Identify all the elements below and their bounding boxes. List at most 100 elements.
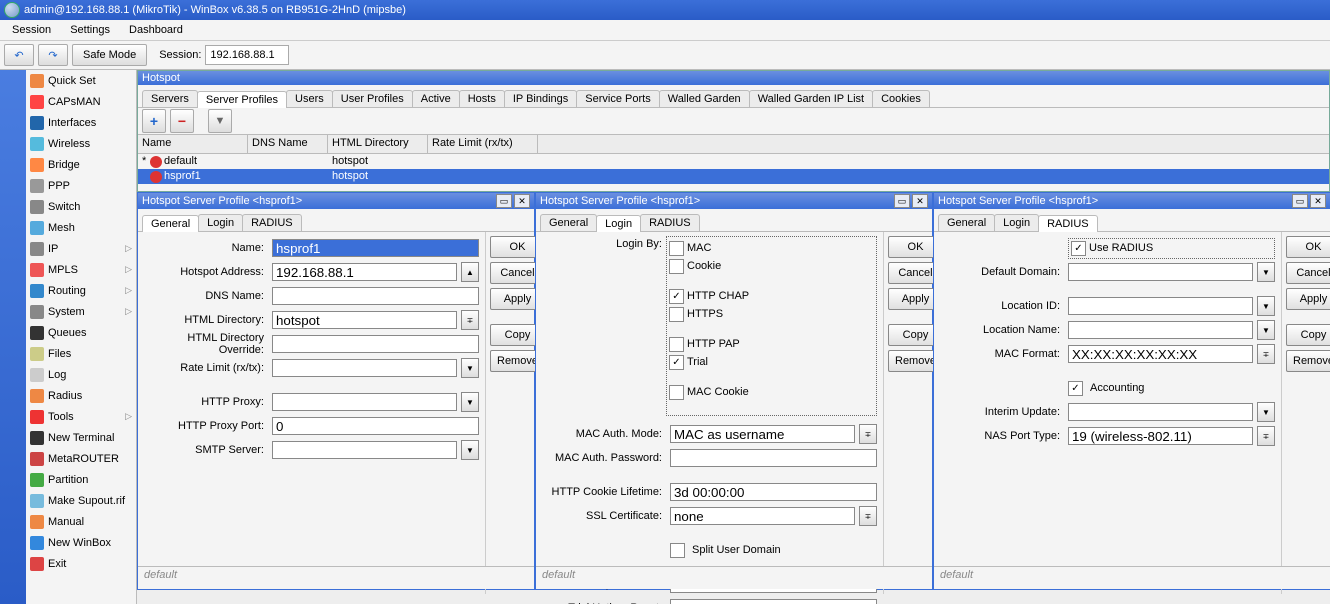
http-proxy-input[interactable] [272,393,457,411]
mac-format-input[interactable] [1068,345,1253,363]
close-icon[interactable]: ✕ [912,194,928,208]
profile-title-radius[interactable]: Hotspot Server Profile <hsprof1> ▭✕ [934,193,1330,209]
redo-button[interactable]: ↷ [38,44,68,66]
name-input[interactable] [272,239,479,257]
sidebar-item-queues[interactable]: Queues [26,322,136,343]
interim-update-input[interactable] [1068,403,1253,421]
remove-button[interactable]: − [170,109,194,133]
remove-button[interactable]: Remove [1286,350,1330,372]
dropdown-icon[interactable]: ▼ [1257,262,1275,282]
default-domain-input[interactable] [1068,263,1253,281]
dropdown-icon[interactable]: ∓ [859,506,877,526]
copy-button[interactable]: Copy [1286,324,1330,346]
sidebar-item-capsman[interactable]: CAPsMAN [26,91,136,112]
sidebar-item-bridge[interactable]: Bridge [26,154,136,175]
tab-walled-garden-ip-list[interactable]: Walled Garden IP List [749,90,873,107]
col-name[interactable]: Name [138,135,248,153]
safe-mode-button[interactable]: Safe Mode [72,44,147,66]
sidebar-item-quick-set[interactable]: Quick Set [26,70,136,91]
mac-auth-password-input[interactable] [670,449,877,467]
tab-general[interactable]: General [142,215,199,232]
sidebar-item-mesh[interactable]: Mesh [26,217,136,238]
html-directory-input[interactable] [272,311,457,329]
menu-settings[interactable]: Settings [62,20,118,40]
login-by-http-chap-checkbox[interactable]: ✓ [669,289,684,304]
dropdown-icon[interactable]: ∓ [461,310,479,330]
dropdown-icon[interactable]: ∓ [1257,344,1275,364]
col-html[interactable]: HTML Directory [328,135,428,153]
mac-auth-mode-input[interactable] [670,425,855,443]
close-icon[interactable]: ✕ [514,194,530,208]
location-name-input[interactable] [1068,321,1253,339]
sidebar-item-new-winbox[interactable]: New WinBox [26,532,136,553]
sidebar-item-metarouter[interactable]: MetaROUTER [26,448,136,469]
login-by-https-checkbox[interactable] [669,307,684,322]
sidebar-item-new-terminal[interactable]: New Terminal [26,427,136,448]
dns-name-input[interactable] [272,287,479,305]
tab-radius[interactable]: RADIUS [1038,215,1098,232]
tab-radius[interactable]: RADIUS [640,214,700,231]
sidebar-item-switch[interactable]: Switch [26,196,136,217]
ssl-cert-input[interactable] [670,507,855,525]
tab-server-profiles[interactable]: Server Profiles [197,91,287,108]
profile-title-login[interactable]: Hotspot Server Profile <hsprof1> ▭✕ [536,193,932,209]
tab-general[interactable]: General [540,214,597,231]
cookie-lifetime-input[interactable] [670,483,877,501]
dropdown-icon[interactable]: ▼ [461,440,479,460]
accounting-checkbox[interactable]: ✓ [1068,381,1083,396]
tab-general[interactable]: General [938,214,995,231]
location-id-input[interactable] [1068,297,1253,315]
ok-button[interactable]: OK [1286,236,1330,258]
tab-cookies[interactable]: Cookies [872,90,930,107]
tab-user-profiles[interactable]: User Profiles [332,90,413,107]
tab-hosts[interactable]: Hosts [459,90,505,107]
menu-session[interactable]: Session [4,20,59,40]
nas-port-type-input[interactable] [1068,427,1253,445]
table-row[interactable]: *defaulthotspot [138,154,1329,169]
hotspot-address-input[interactable] [272,263,457,281]
tab-login[interactable]: Login [596,215,641,232]
minimize-icon[interactable]: ▭ [496,194,512,208]
tab-radius[interactable]: RADIUS [242,214,302,231]
login-by-mac-checkbox[interactable] [669,241,684,256]
minimize-icon[interactable]: ▭ [1292,194,1308,208]
close-icon[interactable]: ✕ [1310,194,1326,208]
login-by-http-pap-checkbox[interactable] [669,337,684,352]
dropdown-icon[interactable]: ▼ [1257,320,1275,340]
login-by-cookie-checkbox[interactable] [669,259,684,274]
tab-active[interactable]: Active [412,90,460,107]
dropdown-icon[interactable]: ▼ [1257,296,1275,316]
menu-dashboard[interactable]: Dashboard [121,20,191,40]
profile-title-general[interactable]: Hotspot Server Profile <hsprof1> ▭✕ [138,193,534,209]
sidebar-item-ip[interactable]: IP▷ [26,238,136,259]
sidebar-item-files[interactable]: Files [26,343,136,364]
dropdown-icon[interactable]: ▼ [461,392,479,412]
sidebar-item-routing[interactable]: Routing▷ [26,280,136,301]
login-by-mac-cookie-checkbox[interactable] [669,385,684,400]
sidebar-item-interfaces[interactable]: Interfaces [26,112,136,133]
tab-ip-bindings[interactable]: IP Bindings [504,90,577,107]
rate-limit-input[interactable] [272,359,457,377]
sidebar-item-tools[interactable]: Tools▷ [26,406,136,427]
sidebar-item-partition[interactable]: Partition [26,469,136,490]
dropdown-icon[interactable]: ▼ [461,358,479,378]
tab-login[interactable]: Login [198,214,243,231]
dropdown-icon[interactable]: ∓ [859,424,877,444]
col-dns[interactable]: DNS Name [248,135,328,153]
sidebar-item-exit[interactable]: Exit [26,553,136,574]
tab-users[interactable]: Users [286,90,333,107]
apply-button[interactable]: Apply [1286,288,1330,310]
table-row[interactable]: hsprof1hotspot [138,169,1329,184]
dropdown-icon[interactable]: ▼ [1257,402,1275,422]
col-rate[interactable]: Rate Limit (rx/tx) [428,135,538,153]
sidebar-item-ppp[interactable]: PPP [26,175,136,196]
undo-button[interactable]: ↶ [4,44,34,66]
use-radius-checkbox[interactable]: ✓ [1071,241,1086,256]
sidebar-item-system[interactable]: System▷ [26,301,136,322]
sidebar-item-make-supout.rif[interactable]: Make Supout.rif [26,490,136,511]
cancel-button[interactable]: Cancel [1286,262,1330,284]
split-user-domain-checkbox[interactable] [670,543,685,558]
smtp-server-input[interactable] [272,441,457,459]
trial-uptime-reset-input[interactable] [670,599,877,604]
expand-icon[interactable]: ▲ [461,262,479,282]
